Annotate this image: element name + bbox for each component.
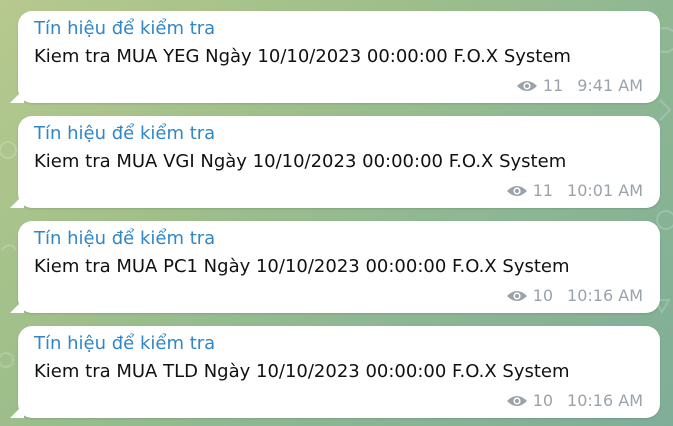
message-text: Kiem tra MUA YEG Ngày 10/10/2023 00:00:0… [34,46,571,67]
message-meta: 10 10:16 AM [506,286,643,305]
message-time: 10:16 AM [567,286,643,305]
message-text: Kiem tra MUA VGI Ngày 10/10/2023 00:00:0… [34,151,567,172]
eye-icon [506,395,527,406]
message-time: 10:01 AM [567,181,643,200]
view-count-value: 10 [532,391,554,410]
sender-name[interactable]: Tín hiệu để kiểm tra [34,18,215,39]
view-count-value: 11 [542,76,564,95]
view-count-value: 10 [532,286,554,305]
message-meta: 11 9:41 AM [516,76,643,95]
view-count-value: 11 [532,181,554,200]
sender-name[interactable]: Tín hiệu để kiểm tra [34,228,215,249]
message-bubble[interactable]: Tín hiệu để kiểm tra Kiem tra MUA TLD Ng… [18,326,660,418]
view-count: 10 [506,391,553,410]
eye-icon [506,185,527,196]
message-bubble[interactable]: Tín hiệu để kiểm tra Kiem tra MUA VGI Ng… [18,116,660,208]
message-time: 9:41 AM [577,76,643,95]
message-meta: 11 10:01 AM [506,181,643,200]
message-bubble[interactable]: Tín hiệu để kiểm tra Kiem tra MUA YEG Ng… [18,11,660,103]
message-meta: 10 10:16 AM [506,391,643,410]
view-count: 11 [516,76,563,95]
sender-name[interactable]: Tín hiệu để kiểm tra [34,333,215,354]
message-time: 10:16 AM [567,391,643,410]
eye-icon [506,290,527,301]
view-count: 10 [506,286,553,305]
sender-name[interactable]: Tín hiệu để kiểm tra [34,123,215,144]
eye-icon [516,80,537,91]
message-text: Kiem tra MUA PC1 Ngày 10/10/2023 00:00:0… [34,256,570,277]
message-bubble[interactable]: Tín hiệu để kiểm tra Kiem tra MUA PC1 Ng… [18,221,660,313]
message-text: Kiem tra MUA TLD Ngày 10/10/2023 00:00:0… [34,361,570,382]
view-count: 11 [506,181,553,200]
